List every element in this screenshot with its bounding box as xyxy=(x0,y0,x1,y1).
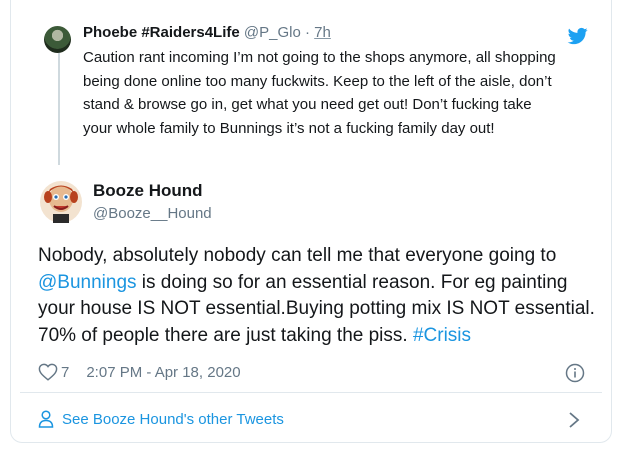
main-author-name[interactable]: Booze Hound xyxy=(93,181,203,201)
main-author-handle[interactable]: @Booze__Hound xyxy=(93,205,212,222)
avatar-booze-hound[interactable] xyxy=(39,180,83,224)
quoted-author-name[interactable]: Phoebe #Raiders4Life xyxy=(83,24,240,41)
info-icon[interactable] xyxy=(565,363,585,383)
separator-dot: · xyxy=(305,24,310,41)
quoted-author-handle[interactable]: @P_Glo xyxy=(244,24,301,41)
like-count[interactable]: 7 xyxy=(61,364,69,381)
main-tweet-text: Nobody, absolutely nobody can tell me th… xyxy=(38,243,598,349)
quoted-tweet-time[interactable]: 7h xyxy=(314,24,331,41)
tweet-timestamp[interactable]: 2:07 PM - Apr 18, 2020 xyxy=(86,364,240,381)
heart-icon[interactable] xyxy=(38,363,58,381)
quoted-tweet-text: Caution rant incoming I’m not going to t… xyxy=(83,49,556,137)
tweet-text-part: Nobody, absolutely nobody can tell me th… xyxy=(38,245,557,266)
see-more-label[interactable]: See Booze Hound's other Tweets xyxy=(62,411,284,428)
divider xyxy=(20,392,602,393)
tweet-meta: 7 2:07 PM - Apr 18, 2020 xyxy=(38,363,241,381)
thread-line xyxy=(58,53,60,165)
avatar-phoebe[interactable] xyxy=(44,26,71,53)
chevron-right-icon[interactable] xyxy=(568,411,580,429)
quoted-tweet-header: Phoebe #Raiders4Life @P_Glo · 7h xyxy=(83,24,331,41)
hashtag-link[interactable]: #Crisis xyxy=(413,325,471,346)
mention-link[interactable]: @Bunnings xyxy=(38,272,137,293)
twitter-bird-icon[interactable] xyxy=(567,26,589,46)
person-icon xyxy=(38,410,54,428)
see-more-tweets-link[interactable]: See Booze Hound's other Tweets xyxy=(38,410,284,428)
